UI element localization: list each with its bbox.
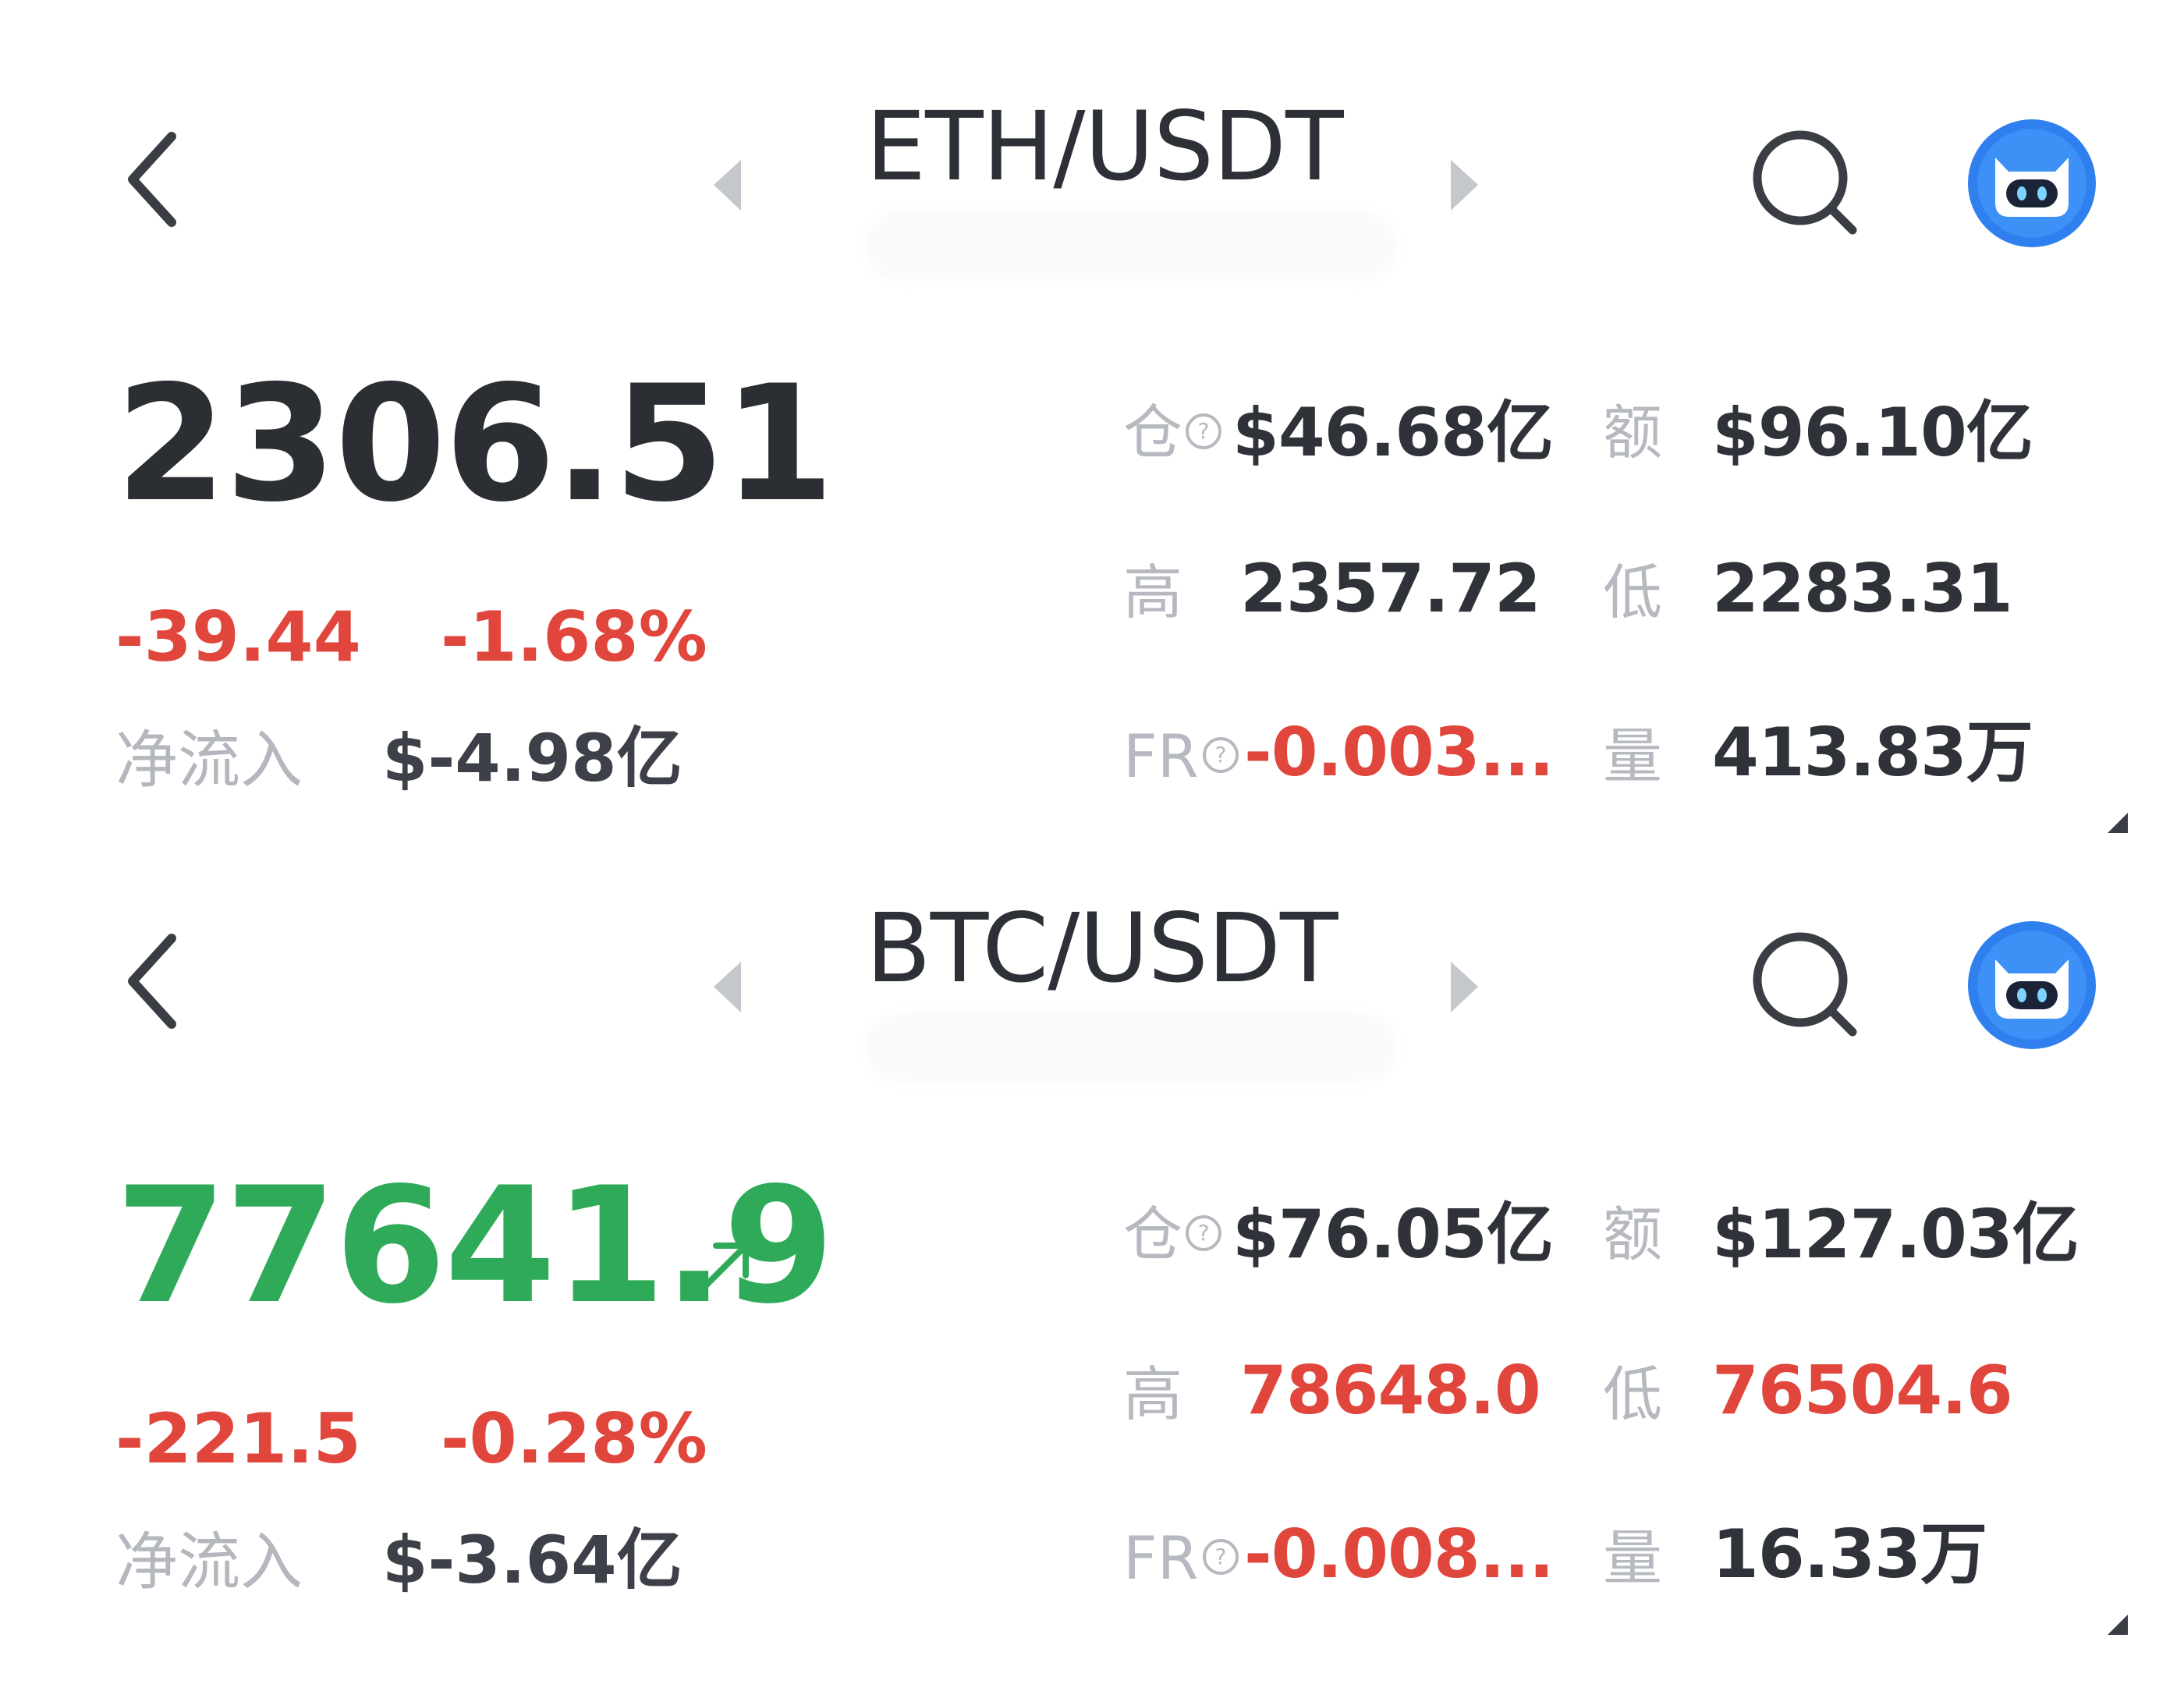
question-circle-icon[interactable]: ? (1184, 1214, 1223, 1253)
open-interest-label: 仓 (1123, 1200, 1182, 1269)
pair-subtitle-redacted (866, 211, 1396, 281)
search-icon (1753, 130, 1857, 235)
volume-value: 16.33万 (1712, 1516, 1987, 1594)
svg-text:?: ? (1198, 418, 1210, 444)
back-button[interactable] (117, 125, 187, 234)
ticker-card-eth: ETH/USDT 2306.51 -39.44 -1.68% 净流入 $-4.9… (0, 0, 2184, 833)
low-value: 2283.31 (1712, 550, 2013, 628)
back-button[interactable] (117, 927, 187, 1036)
caret-right-icon (1451, 962, 1478, 1012)
funding-rate-label: FR (1123, 721, 1199, 791)
high-value: 2357.72 (1240, 550, 1541, 628)
netflow-value: $-3.64亿 (382, 1522, 682, 1598)
robot-avatar-icon (1968, 921, 2096, 1049)
search-button[interactable] (1747, 927, 1864, 1044)
volume-label: 量 (1603, 1523, 1662, 1593)
ticker-card-btc: BTC/USDT 77641.9 -221.5 -0.28% 净流入 $-3.6… (0, 802, 2184, 1635)
low-label: 低 (1603, 558, 1662, 627)
search-icon (1753, 932, 1857, 1037)
svg-text:?: ? (1198, 1220, 1210, 1246)
volume-value: 413.83万 (1712, 714, 2033, 792)
high-label: 高 (1123, 1360, 1182, 1429)
high-value: 78648.0 (1240, 1352, 1541, 1430)
price-change-absolute: -221.5 (115, 1399, 361, 1479)
high-label: 高 (1123, 558, 1182, 627)
turnover-value: $96.10亿 (1712, 394, 2033, 472)
caret-right-icon (1451, 160, 1478, 211)
turnover-label: 额 (1603, 1200, 1662, 1269)
next-pair-button[interactable] (1447, 958, 1482, 1016)
search-button[interactable] (1747, 125, 1864, 242)
robot-avatar-icon (1968, 119, 2096, 247)
price-change-percent: -0.28% (441, 1399, 707, 1479)
price-change-percent: -1.68% (441, 597, 707, 677)
low-value: 76504.6 (1712, 1352, 2013, 1430)
last-price: 2306.51 (115, 352, 835, 537)
next-pair-button[interactable] (1447, 156, 1482, 214)
question-circle-icon[interactable]: ? (1201, 1537, 1240, 1576)
assistant-avatar-button[interactable] (1966, 117, 2098, 250)
funding-rate-value: -0.008... (1244, 1516, 1555, 1594)
open-interest-value: $76.05亿 (1232, 1196, 1554, 1274)
netflow-value: $-4.98亿 (382, 720, 682, 796)
low-label: 低 (1603, 1360, 1662, 1429)
funding-rate-value: -0.003... (1244, 714, 1555, 792)
price-change-absolute: -39.44 (115, 597, 361, 677)
open-interest-value: $46.68亿 (1232, 394, 1554, 472)
caret-left-icon (714, 160, 741, 211)
chevron-left-icon (128, 934, 176, 1029)
arrow-up-right-icon (700, 1243, 749, 1291)
pair-subtitle-redacted (866, 1012, 1396, 1083)
pair-title[interactable]: ETH/USDT (866, 92, 1365, 201)
turnover-value: $127.03亿 (1712, 1196, 2079, 1274)
caret-left-icon (714, 962, 741, 1012)
open-interest-label: 仓 (1123, 398, 1182, 467)
turnover-label: 额 (1603, 398, 1662, 467)
volume-label: 量 (1603, 721, 1662, 791)
question-circle-icon[interactable]: ? (1201, 736, 1240, 775)
assistant-avatar-button[interactable] (1966, 919, 2098, 1051)
prev-pair-button[interactable] (710, 958, 745, 1016)
svg-text:?: ? (1215, 742, 1227, 768)
svg-text:?: ? (1215, 1544, 1227, 1569)
prev-pair-button[interactable] (710, 156, 745, 214)
resize-corner-icon[interactable] (2106, 1613, 2129, 1636)
netflow-label: 净流入 (115, 1526, 303, 1598)
netflow-label: 净流入 (115, 724, 303, 796)
chevron-left-icon (128, 132, 176, 227)
question-circle-icon[interactable]: ? (1184, 412, 1223, 451)
pair-title[interactable]: BTC/USDT (866, 894, 1365, 1003)
funding-rate-label: FR (1123, 1523, 1199, 1593)
